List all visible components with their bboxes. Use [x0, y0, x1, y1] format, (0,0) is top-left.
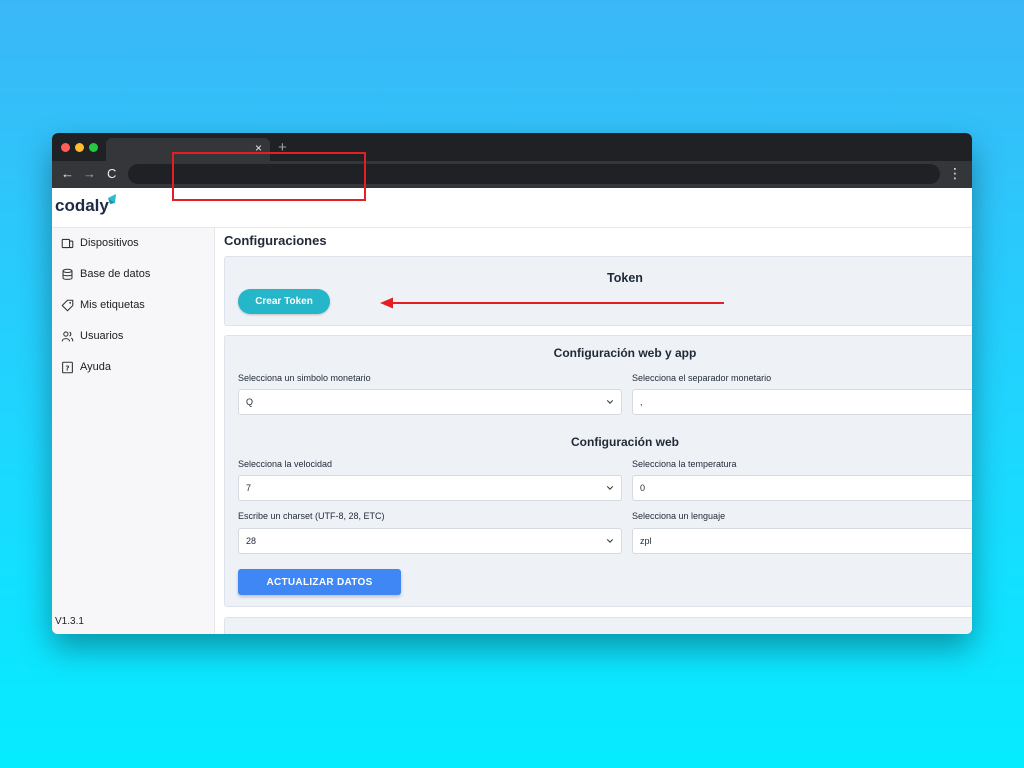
highlight-annotation-box — [172, 152, 366, 201]
sidebar: Dispositivos Base de datos Mis etiquetas… — [52, 228, 215, 634]
annotation-arrow-icon — [380, 297, 724, 309]
currency-symbol-label: Selecciona un simbolo monetario — [238, 373, 371, 383]
section-title-web: Configuración web — [571, 435, 679, 449]
sidebar-item-label: Base de datos — [80, 268, 151, 280]
logo-text: codaly — [55, 196, 109, 215]
tag-icon — [61, 299, 74, 311]
users-icon — [61, 330, 74, 341]
devices-icon — [61, 238, 74, 248]
language-value: zpl — [640, 536, 652, 546]
next-panel — [224, 617, 972, 634]
codaly-logo[interactable]: codaly — [55, 192, 119, 222]
token-title: Token — [607, 271, 643, 285]
currency-separator-label: Selecciona el separador monetario — [632, 373, 772, 383]
update-data-button[interactable]: ACTUALIZAR DATOS — [238, 569, 401, 595]
forward-arrow-icon[interactable]: → — [83, 166, 96, 181]
sidebar-item-label: Usuarios — [80, 330, 124, 342]
browser-menu-icon[interactable]: ⋮ — [948, 165, 962, 182]
language-input[interactable]: zpl — [632, 528, 972, 554]
app-root: codaly k Dispositivos Base de datos Mis … — [52, 188, 972, 634]
sidebar-item-base-de-datos[interactable]: Base de datos — [61, 264, 150, 284]
sidebar-item-label: Mis etiquetas — [80, 299, 145, 311]
config-panel: Configuración web y app Selecciona un si… — [224, 335, 972, 607]
create-token-button[interactable]: Crear Token — [238, 289, 330, 314]
language-label: Selecciona un lenguaje — [632, 511, 726, 521]
sidebar-item-usuarios[interactable]: Usuarios — [61, 326, 123, 346]
charset-value: 28 — [246, 536, 257, 546]
sidebar-item-ayuda[interactable]: ? Ayuda — [61, 357, 111, 377]
minimize-window-button[interactable] — [75, 143, 84, 152]
section-title-web-app: Configuración web y app — [553, 346, 697, 360]
svg-text:?: ? — [65, 363, 69, 372]
sidebar-item-label: Dispositivos — [80, 237, 139, 249]
app-version: V1.3.1 — [55, 616, 84, 627]
database-icon — [62, 268, 73, 280]
sidebar-item-dispositivos[interactable]: Dispositivos — [61, 233, 139, 253]
token-panel: Token Crear Token — [224, 256, 972, 326]
chevron-down-icon — [606, 539, 614, 543]
currency-symbol-value: Q — [246, 397, 254, 407]
page-title: Configuraciones — [224, 233, 327, 248]
speed-value: 7 — [246, 483, 252, 493]
temperature-value: 0 — [640, 483, 646, 493]
charset-select[interactable]: 28 — [238, 528, 622, 554]
temperature-label: Selecciona la temperatura — [632, 459, 737, 469]
temperature-input[interactable]: 0 — [632, 475, 972, 501]
speed-select[interactable]: 7 — [238, 475, 622, 501]
main-content: Configuraciones Token Crear Token Config… — [215, 228, 972, 634]
browser-window: × + ← → C ⋮ codaly k Dispositivos Base d — [52, 133, 972, 634]
charset-label: Escribe un charset (UTF-8, 28, ETC) — [238, 511, 385, 521]
sidebar-item-mis-etiquetas[interactable]: Mis etiquetas — [61, 295, 145, 315]
back-arrow-icon[interactable]: ← — [61, 166, 74, 181]
sidebar-item-label: Ayuda — [80, 361, 111, 373]
close-window-button[interactable] — [61, 143, 70, 152]
currency-separator-input[interactable]: , — [632, 389, 972, 415]
speed-label: Selecciona la velocidad — [238, 459, 333, 469]
chevron-down-icon — [606, 486, 614, 490]
help-icon: ? — [62, 361, 73, 373]
chevron-down-icon — [606, 400, 614, 404]
currency-symbol-select[interactable]: Q — [238, 389, 622, 415]
reload-icon[interactable]: C — [107, 166, 116, 181]
maximize-window-button[interactable] — [89, 143, 98, 152]
currency-separator-value: , — [640, 397, 643, 407]
